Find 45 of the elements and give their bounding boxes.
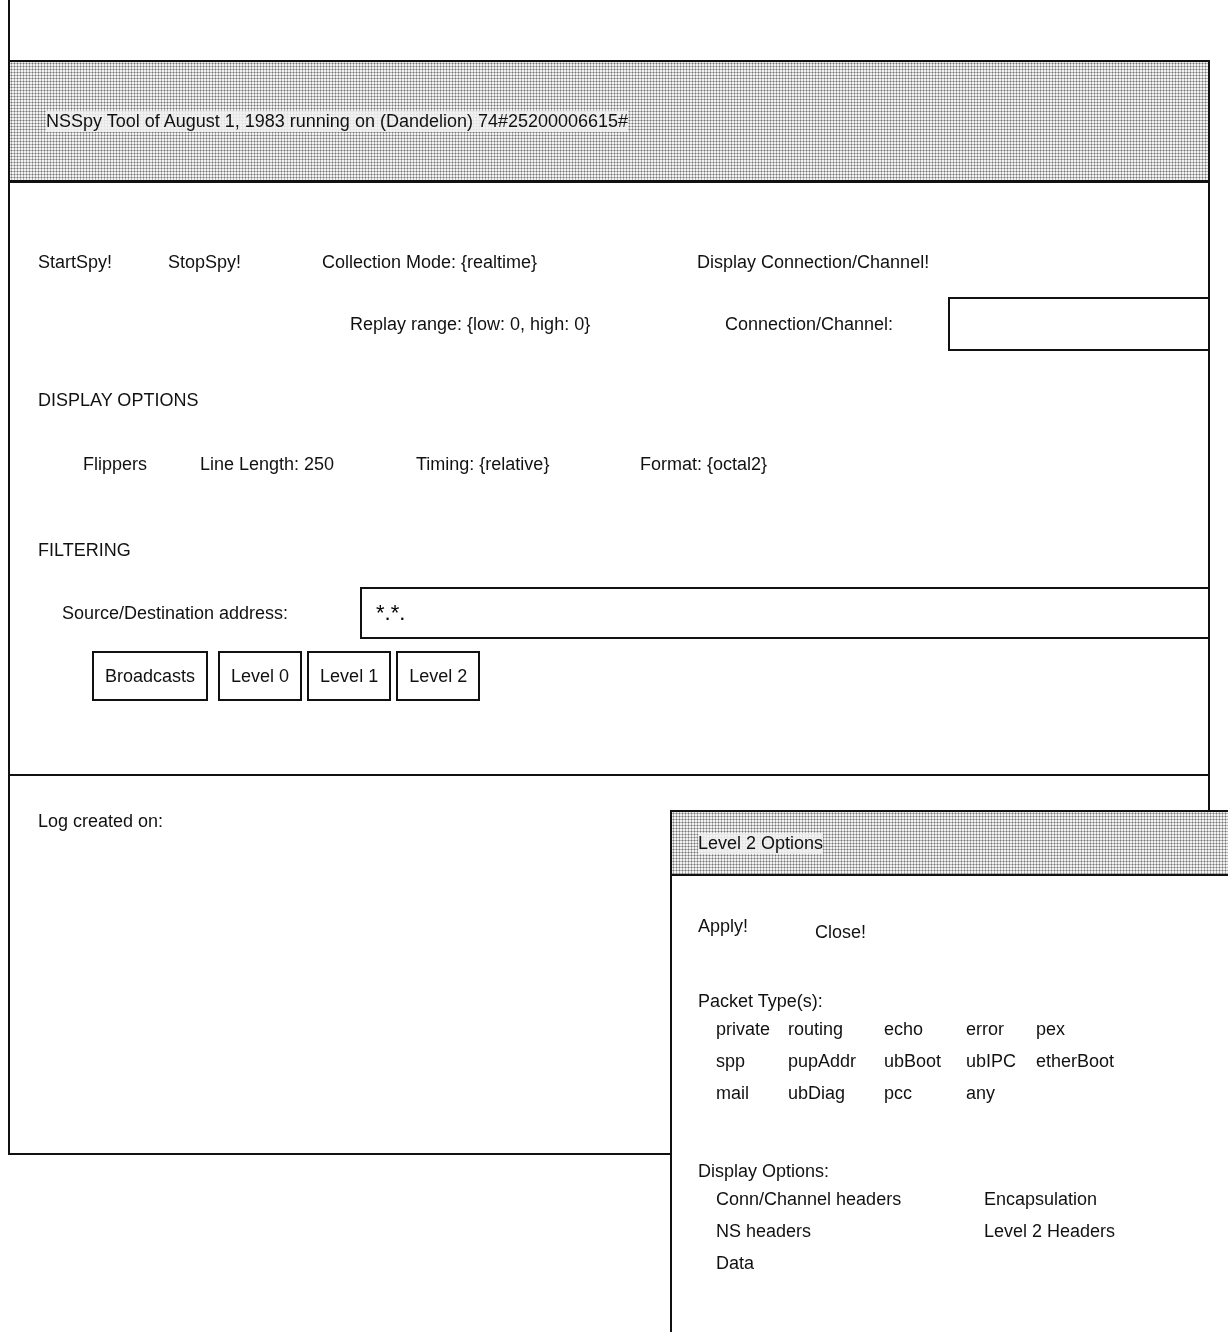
command-link[interactable]: Apply! bbox=[698, 916, 815, 937]
option-setting[interactable]: Line Length: 250 bbox=[200, 453, 416, 475]
packet-type-option[interactable]: any bbox=[966, 1082, 1036, 1104]
packet-type-option[interactable]: pupAddr bbox=[788, 1050, 884, 1072]
log-label: Log created on: bbox=[38, 810, 164, 833]
packet-type-option[interactable]: routing bbox=[788, 1018, 884, 1040]
option-setting[interactable]: Flippers bbox=[83, 453, 200, 475]
range-setting[interactable]: Replay range: {low: 0, high: 0} bbox=[350, 313, 725, 335]
filter-button[interactable]: Level 0 bbox=[218, 651, 303, 701]
window-title: NSSpy Tool of August 1, 1983 running on (Dandelion) 74#25200006615# bbox=[46, 110, 629, 132]
window-title: Level 2 Options bbox=[698, 832, 824, 854]
command-link[interactable]: Display Connection/Channel! bbox=[697, 251, 930, 273]
filter-button[interactable]: Level 1 bbox=[307, 651, 392, 701]
packet-type-option[interactable]: echo bbox=[884, 1018, 966, 1040]
packet-type-option[interactable]: etherBoot bbox=[1036, 1050, 1156, 1072]
field-label: Source/Destination address: bbox=[62, 602, 290, 624]
filter-button[interactable]: Broadcasts bbox=[92, 651, 209, 701]
section-heading: DISPLAY OPTIONS bbox=[38, 389, 200, 412]
display-option[interactable]: Data bbox=[716, 1247, 984, 1279]
input-field[interactable] bbox=[948, 297, 1208, 351]
section-heading: Packet Type(s): bbox=[698, 990, 824, 1013]
packet-type-option[interactable]: error bbox=[966, 1018, 1036, 1040]
packet-type-option[interactable]: pex bbox=[1036, 1018, 1156, 1040]
filter-button[interactable]: Level 2 bbox=[396, 651, 481, 701]
packet-type-option[interactable]: pcc bbox=[884, 1082, 966, 1104]
option-setting[interactable]: Timing: {relative} bbox=[416, 453, 640, 475]
packet-type-option[interactable]: private bbox=[716, 1018, 788, 1040]
display-option[interactable]: Conn/Channel headers bbox=[716, 1183, 984, 1215]
input-field[interactable]: *.*. bbox=[360, 587, 1208, 639]
field-label: Connection/Channel: bbox=[725, 313, 895, 335]
section-heading: Display Options: bbox=[698, 1160, 831, 1183]
option-setting[interactable]: Format: {octal2} bbox=[640, 453, 768, 475]
packet-type-option[interactable]: ubBoot bbox=[884, 1050, 966, 1072]
section-heading: FILTERING bbox=[38, 539, 132, 562]
packet-type-option[interactable]: ubIPC bbox=[966, 1050, 1036, 1072]
command-link[interactable]: Close! bbox=[815, 922, 932, 943]
display-option[interactable]: Level 2 Headers bbox=[984, 1215, 1228, 1247]
display-option[interactable]: NS headers bbox=[716, 1215, 984, 1247]
packet-type-option[interactable]: ubDiag bbox=[788, 1082, 884, 1104]
command-link[interactable]: StartSpy! bbox=[38, 251, 140, 273]
enum-selector[interactable]: Collection Mode: {realtime} bbox=[322, 251, 697, 273]
command-link[interactable]: StopSpy! bbox=[168, 251, 322, 273]
packet-type-option[interactable]: spp bbox=[716, 1050, 788, 1072]
packet-type-option[interactable]: mail bbox=[716, 1082, 788, 1104]
display-option[interactable]: Encapsulation bbox=[984, 1183, 1228, 1215]
